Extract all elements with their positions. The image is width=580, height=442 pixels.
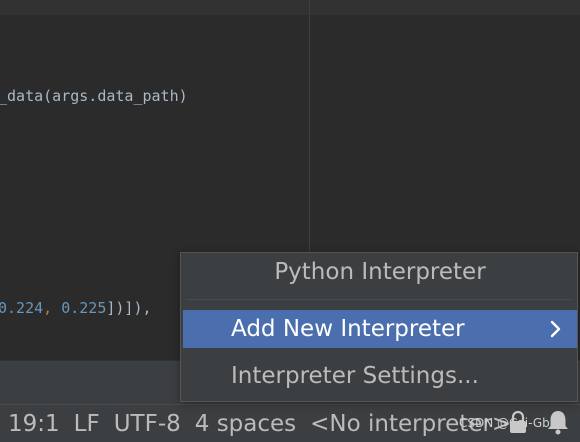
lock-icon[interactable] — [507, 410, 529, 434]
line-separator[interactable]: LF — [66, 411, 106, 437]
file-encoding[interactable]: UTF-8 — [106, 411, 187, 437]
indent-setting[interactable]: 4 spaces — [187, 411, 302, 437]
editor-tab-strip — [0, 0, 580, 15]
code-number: 0.225 — [61, 299, 107, 317]
menu-item-interpreter-settings[interactable]: Interpreter Settings... — [183, 357, 577, 395]
chevron-right-icon — [550, 320, 561, 338]
bell-icon[interactable] — [545, 408, 571, 436]
popup-separator — [187, 299, 571, 300]
menu-item-label: Interpreter Settings... — [231, 363, 479, 389]
caret-position[interactable]: 19:1 — [0, 411, 66, 437]
code-punct: , — [43, 299, 62, 317]
code-number: 0.224 — [0, 299, 44, 317]
menu-item-label: Add New Interpreter — [231, 316, 465, 342]
interpreter-popup: Python Interpreter Add New Interpreter I… — [180, 252, 578, 402]
popup-title: Python Interpreter — [274, 259, 486, 285]
code-line: 0.224, 0.225])]), — [0, 299, 152, 317]
code-text: _data(args.data_path) — [0, 87, 188, 105]
code-text: ])]), — [106, 299, 152, 317]
menu-item-add-new-interpreter[interactable]: Add New Interpreter — [183, 310, 577, 348]
code-line: _data(args.data_path) — [0, 87, 188, 105]
